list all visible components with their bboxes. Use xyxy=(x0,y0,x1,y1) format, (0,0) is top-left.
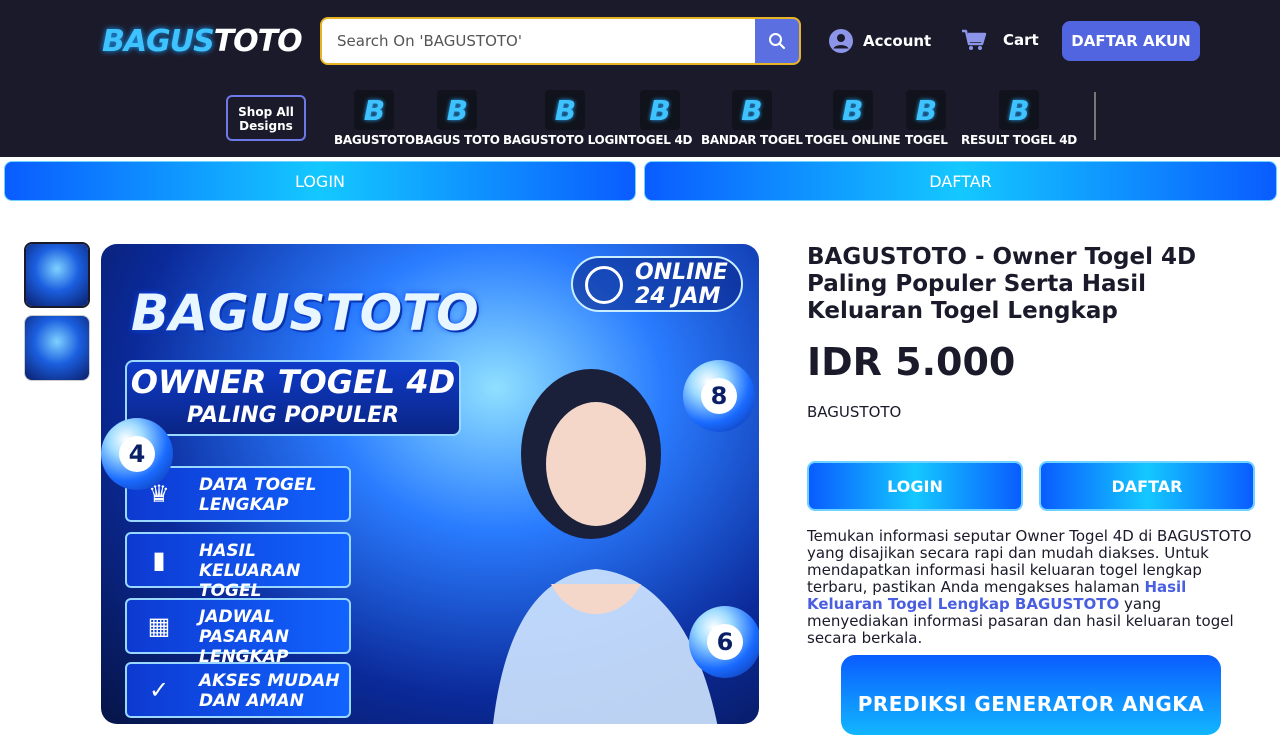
category-logo-icon: B xyxy=(832,90,873,130)
feature-line-1: AKSES MUDAH xyxy=(199,671,340,691)
search-input[interactable] xyxy=(322,19,756,63)
shield-check-icon: ✓ xyxy=(148,676,170,704)
ball-number: 4 xyxy=(119,436,155,472)
lottery-ball-8: 8 xyxy=(683,360,755,432)
search-bar xyxy=(320,17,801,65)
bar-chart-icon: ▮ xyxy=(152,546,166,574)
product-title: BAGUSTOTO - Owner Togel 4D Paling Popule… xyxy=(807,244,1197,324)
user-icon xyxy=(829,29,853,53)
product-thumbnail-2[interactable] xyxy=(24,315,90,381)
category-label: TOGEL 4D xyxy=(628,133,693,147)
feature-line-1: JADWAL PASARAN xyxy=(199,607,289,647)
account-link[interactable]: Account xyxy=(829,27,931,55)
promo-title: PREDIKSI GENERATOR ANGKA xyxy=(857,692,1205,716)
category-result-togel-4d[interactable]: B RESULT TOGEL 4D xyxy=(961,90,1077,147)
lottery-ball-6: 6 xyxy=(689,606,759,678)
online-label: ONLINE xyxy=(635,260,728,285)
feature-line-1: HASIL KELUARAN xyxy=(199,541,301,581)
category-togel-4d[interactable]: B TOGEL 4D xyxy=(628,90,692,147)
category-label: TOGEL ONLINE xyxy=(805,133,901,147)
hero-brand-title: BAGUSTOTO xyxy=(131,284,479,342)
category-label: BAGUSTOTO LOGIN xyxy=(503,133,628,147)
cart-link[interactable]: Cart xyxy=(961,26,1039,54)
lottery-ball-4: 4 xyxy=(101,418,173,490)
feature-line-2: LENGKAP xyxy=(199,495,289,515)
cart-label: Cart xyxy=(1003,31,1039,49)
product-thumbnail-1[interactable] xyxy=(24,242,90,308)
hero-headline: OWNER TOGEL 4D xyxy=(130,363,456,401)
top-login-button[interactable]: LOGIN xyxy=(4,161,636,201)
daftar-button[interactable]: DAFTAR xyxy=(1039,461,1255,511)
account-label: Account xyxy=(863,32,932,50)
calendar-icon: ▦ xyxy=(147,612,171,640)
logo-text-part2: TOTO xyxy=(213,24,303,59)
category-logo-icon: B xyxy=(998,90,1039,130)
thumbnail-image xyxy=(26,244,88,306)
category-togel-online[interactable]: B TOGEL ONLINE xyxy=(805,90,901,147)
login-button[interactable]: LOGIN xyxy=(807,461,1023,511)
category-label: TOGEL xyxy=(905,133,948,147)
category-label: BAGUSTOTO xyxy=(334,133,415,147)
category-logo-icon: B xyxy=(545,90,586,130)
logo-text-part1: BAGUS xyxy=(102,24,215,59)
register-account-button[interactable]: DAFTAR AKUN xyxy=(1062,21,1200,61)
thumbnail-image xyxy=(25,316,89,380)
product-brand: BAGUSTOTO xyxy=(807,403,902,421)
category-bagus-toto[interactable]: B BAGUS TOTO xyxy=(415,90,500,147)
ball-number: 8 xyxy=(701,378,737,414)
hero-feature-secure: ✓ AKSES MUDAH DAN AMAN xyxy=(125,662,351,718)
hero-headline-panel: OWNER TOGEL 4D PALING POPULER xyxy=(125,360,461,436)
product-price: IDR 5.000 xyxy=(807,340,1016,384)
hero-feature-schedule: ▦ JADWAL PASARAN LENGKAP xyxy=(125,598,351,667)
feature-line-2: DAN AMAN xyxy=(199,691,304,711)
clock-icon xyxy=(585,266,623,304)
feature-line-1: DATA TOGEL xyxy=(199,475,317,495)
category-label: BAGUS TOTO xyxy=(415,133,500,147)
site-logo[interactable]: BAGUSTOTO xyxy=(102,22,303,62)
ball-number: 6 xyxy=(707,624,743,660)
category-label: RESULT TOGEL 4D xyxy=(961,133,1077,147)
category-bagustoto-login[interactable]: B BAGUSTOTO LOGIN xyxy=(503,90,628,147)
category-togel[interactable]: B TOGEL xyxy=(905,90,948,147)
online-hours-label: 24 JAM xyxy=(635,284,721,309)
hero-subline: PALING POPULER xyxy=(186,403,400,428)
product-main-image: BAGUSTOTO OWNER TOGEL 4D PALING POPULER … xyxy=(101,244,759,724)
online-24-badge: ONLINE 24 JAM xyxy=(571,256,743,312)
category-bagustoto[interactable]: B BAGUSTOTO xyxy=(334,90,415,147)
category-label: BANDAR TOGEL xyxy=(701,133,803,147)
hero-feature-results: ▮ HASIL KELUARAN TOGEL TERBARU xyxy=(125,532,351,621)
site-header: BAGUSTOTO Account Cart DAFTAR AKUN Shop … xyxy=(0,0,1280,157)
category-logo-icon: B xyxy=(437,90,478,130)
nav-divider xyxy=(1094,92,1096,140)
category-logo-icon: B xyxy=(906,90,947,130)
cart-icon xyxy=(962,29,987,50)
category-bandar-togel[interactable]: B BANDAR TOGEL xyxy=(701,90,803,147)
search-button[interactable] xyxy=(755,19,799,63)
category-logo-icon: B xyxy=(731,90,772,130)
search-icon xyxy=(769,33,786,50)
shop-all-designs-button[interactable]: Shop All Designs xyxy=(226,95,306,141)
category-logo-icon: B xyxy=(640,90,681,130)
prediction-generator-banner[interactable]: PREDIKSI GENERATOR ANGKA xyxy=(841,655,1221,735)
category-logo-icon: B xyxy=(354,90,395,130)
top-daftar-button[interactable]: DAFTAR xyxy=(644,161,1277,201)
product-description: Temukan informasi seputar Owner Togel 4D… xyxy=(807,528,1252,647)
